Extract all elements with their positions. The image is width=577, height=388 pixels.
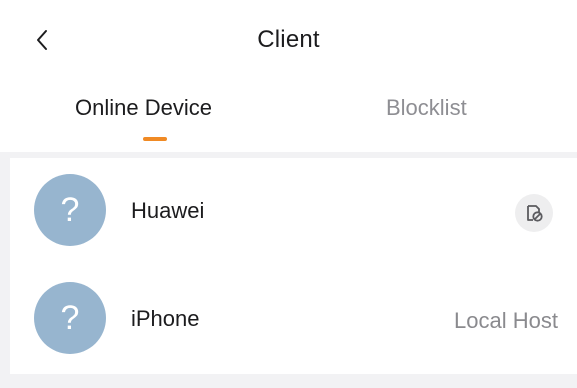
unknown-device-icon: ? (60, 191, 80, 229)
local-host-label: Local Host (454, 308, 558, 333)
header: Client Online Device Blocklist (0, 0, 577, 152)
device-name: Huawei (131, 198, 205, 223)
avatar: ? (34, 282, 106, 354)
device-row-iphone[interactable]: ? iPhone Local Host (10, 266, 577, 374)
page-title: Client (257, 26, 320, 53)
avatar: ? (34, 174, 106, 246)
block-device-icon (527, 205, 543, 222)
client-screen: Client Online Device Blocklist ? Huawei … (0, 0, 577, 388)
tab-blocklist[interactable]: Blocklist (386, 95, 467, 121)
tab-online-device[interactable]: Online Device (75, 95, 212, 121)
device-row-huawei[interactable]: ? Huawei (10, 158, 577, 266)
unknown-device-icon: ? (60, 299, 80, 337)
block-device-button[interactable] (515, 194, 553, 232)
device-name: iPhone (131, 306, 200, 331)
device-list: ? Huawei ? iPhone Local Host (10, 158, 577, 374)
active-tab-indicator (143, 137, 167, 141)
